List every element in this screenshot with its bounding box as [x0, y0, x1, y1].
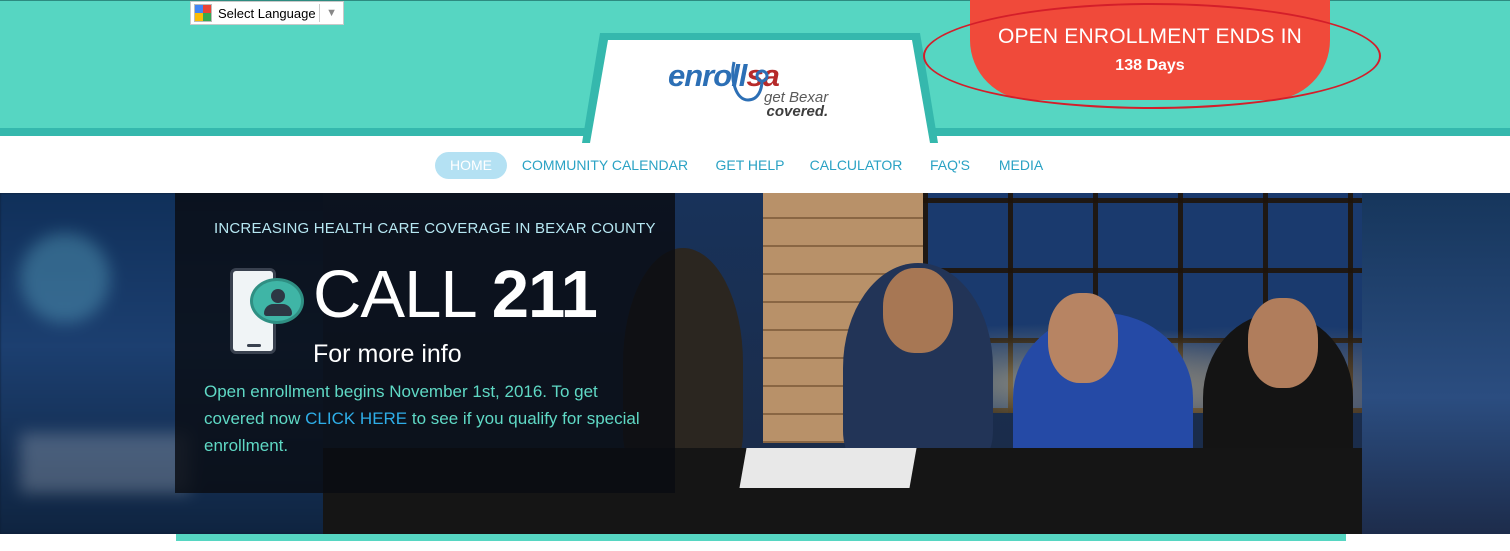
- hero-tagline: INCREASING HEALTH CARE COVERAGE IN BEXAR…: [214, 220, 656, 237]
- highlight-oval: [923, 3, 1381, 109]
- nav-faqs[interactable]: FAQ'S: [928, 152, 972, 179]
- call-word: CALL: [313, 257, 475, 332]
- logo-word-enro: enro: [668, 58, 732, 93]
- language-select-label: Select Language: [218, 5, 316, 21]
- hero-blurred-right: [1362, 193, 1510, 534]
- chevron-down-icon: ▼: [326, 7, 337, 19]
- nav-get-help[interactable]: GET HELP: [715, 152, 785, 179]
- nav-home[interactable]: HOME: [435, 152, 507, 179]
- nav-media[interactable]: MEDIA: [996, 152, 1046, 179]
- main-nav: HOME COMMUNITY CALENDAR GET HELP CALCULA…: [0, 144, 1510, 193]
- support-agent-icon: [250, 278, 304, 324]
- call-heading: CALL 211: [313, 257, 598, 333]
- hero-text-panel: INCREASING HEALTH CARE COVERAGE IN BEXAR…: [175, 193, 675, 493]
- google-icon: [194, 4, 212, 22]
- logo-tagline: get Bexar covered.: [764, 90, 829, 120]
- nav-calculator[interactable]: CALCULATOR: [809, 152, 903, 179]
- language-select[interactable]: Select Language ▼: [190, 1, 344, 25]
- enrollment-message: Open enrollment begins November 1st, 201…: [204, 378, 644, 459]
- call-number: 211: [491, 257, 598, 332]
- footer-accent-bar: [176, 534, 1346, 541]
- nav-community-calendar[interactable]: COMMUNITY CALENDAR: [521, 152, 689, 179]
- logo-tagline-line2: covered.: [766, 103, 829, 120]
- language-select-divider: [319, 4, 321, 22]
- page: Select Language ▼ enrollsa get Bexar cov…: [0, 0, 1510, 551]
- more-info-text: For more info: [313, 340, 462, 368]
- hero-banner: INCREASING HEALTH CARE COVERAGE IN BEXAR…: [0, 193, 1510, 534]
- click-here-link[interactable]: CLICK HERE: [305, 409, 407, 428]
